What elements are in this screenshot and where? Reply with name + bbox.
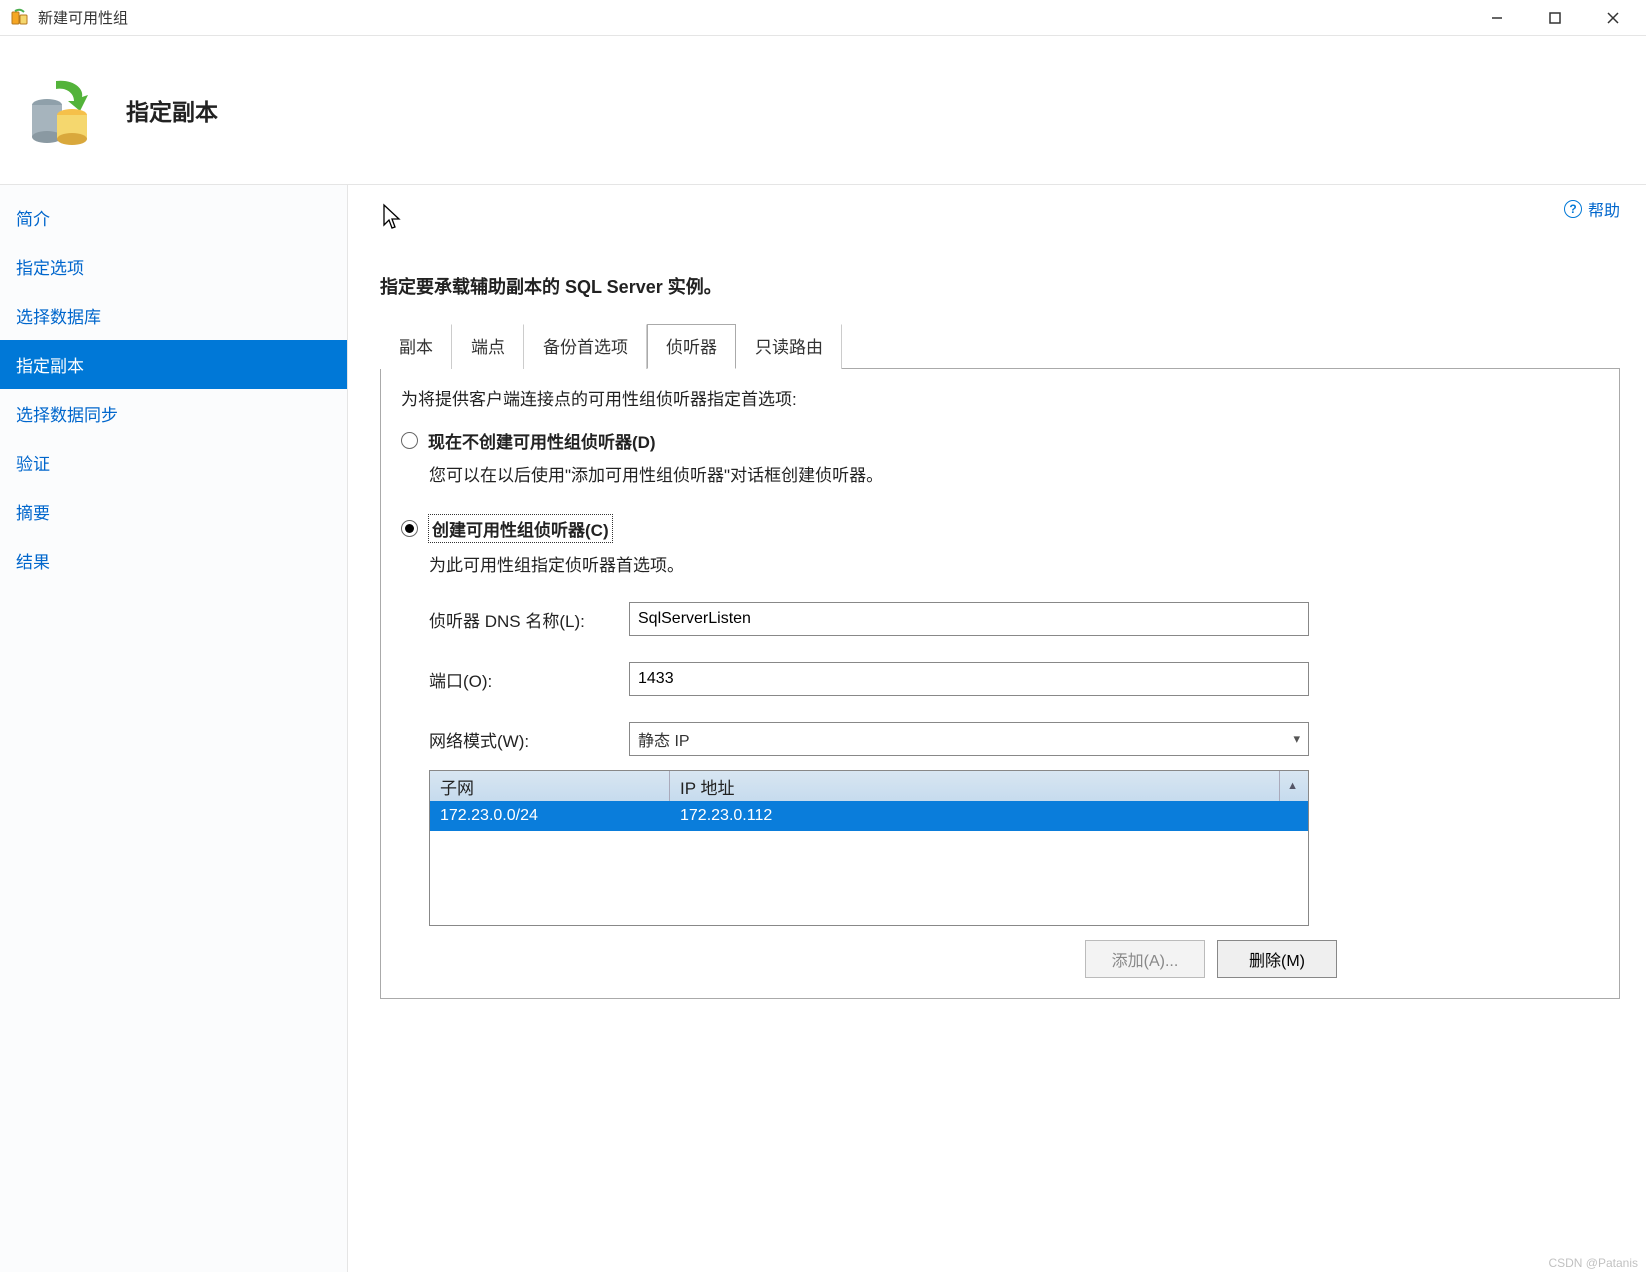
netmode-value: 静态 IP [638, 727, 690, 751]
wizard-header: 指定副本 [0, 36, 1646, 184]
window-title: 新建可用性组 [38, 7, 128, 28]
main-panel: ? 帮助 指定要承载辅助副本的 SQL Server 实例。 副本 端点 备份首… [348, 185, 1646, 1272]
radio-create[interactable] [401, 520, 418, 537]
port-input[interactable] [629, 662, 1309, 696]
cursor-icon [382, 203, 402, 231]
nav-item-intro[interactable]: 简介 [0, 193, 347, 242]
radio-create-label: 创建可用性组侦听器(C) [428, 514, 613, 543]
nav-item-validate[interactable]: 验证 [0, 438, 347, 487]
radio-create-desc: 为此可用性组指定侦听器首选项。 [429, 551, 1599, 576]
grid-empty-area [430, 831, 1308, 925]
tab-listener[interactable]: 侦听器 [647, 324, 736, 369]
option-create: 创建可用性组侦听器(C) 为此可用性组指定侦听器首选项。 [401, 514, 1599, 576]
option-no-create: 现在不创建可用性组侦听器(D) 您可以在以后使用"添加可用性组侦听器"对话框创建… [401, 428, 1599, 486]
help-link[interactable]: ? 帮助 [1564, 197, 1620, 221]
cell-subnet: 172.23.0.0/24 [430, 801, 670, 831]
tab-endpoint[interactable]: 端点 [452, 324, 524, 369]
nav-item-summary[interactable]: 摘要 [0, 487, 347, 536]
listener-form: 侦听器 DNS 名称(L): 端口(O): 网络模式(W): 静态 IP [429, 602, 1309, 756]
col-subnet[interactable]: 子网 [430, 771, 670, 801]
port-label: 端口(O): [429, 667, 629, 692]
netmode-select[interactable]: 静态 IP ▾ [629, 722, 1309, 756]
radio-no-create[interactable] [401, 432, 418, 449]
col-ip[interactable]: IP 地址 [670, 771, 1280, 801]
cell-ip: 172.23.0.112 [670, 801, 1280, 831]
listener-panel: 为将提供客户端连接点的可用性组侦听器指定首选项: 现在不创建可用性组侦听器(D)… [380, 369, 1620, 999]
instruction-text: 指定要承载辅助副本的 SQL Server 实例。 [380, 273, 1620, 299]
netmode-label: 网络模式(W): [429, 727, 629, 752]
nav-item-select-db[interactable]: 选择数据库 [0, 291, 347, 340]
radio-no-create-label: 现在不创建可用性组侦听器(D) [428, 428, 656, 453]
dns-name-input[interactable] [629, 602, 1309, 636]
grid-row[interactable]: 172.23.0.0/24 172.23.0.112 [430, 801, 1308, 831]
minimize-button[interactable] [1468, 1, 1526, 35]
watermark: CSDN @Patanis [1548, 1256, 1638, 1270]
replica-tabs: 副本 端点 备份首选项 侦听器 只读路由 [380, 323, 1620, 369]
grid-buttons: 添加(A)... 删除(M) [429, 940, 1337, 978]
page-title: 指定副本 [126, 93, 218, 127]
close-button[interactable] [1584, 1, 1642, 35]
maximize-button[interactable] [1526, 1, 1584, 35]
chevron-down-icon: ▾ [1293, 731, 1300, 747]
col-sort[interactable]: ▲ [1280, 771, 1308, 801]
ip-grid: 子网 IP 地址 ▲ 172.23.0.0/24 172.23.0.112 [429, 770, 1309, 926]
app-icon [10, 8, 30, 28]
nav-item-specify-replica[interactable]: 指定副本 [0, 340, 347, 389]
tab-replica[interactable]: 副本 [380, 324, 452, 369]
tab-readonly-route[interactable]: 只读路由 [736, 324, 842, 369]
sort-up-icon: ▲ [1287, 780, 1298, 792]
nav-item-data-sync[interactable]: 选择数据同步 [0, 389, 347, 438]
grid-header: 子网 IP 地址 ▲ [430, 771, 1308, 801]
listener-intro: 为将提供客户端连接点的可用性组侦听器指定首选项: [401, 385, 1599, 410]
help-label: 帮助 [1588, 197, 1620, 221]
dns-name-label: 侦听器 DNS 名称(L): [429, 607, 629, 632]
nav-item-result[interactable]: 结果 [0, 536, 347, 585]
titlebar: 新建可用性组 [0, 0, 1646, 36]
wizard-nav: 简介 指定选项 选择数据库 指定副本 选择数据同步 验证 摘要 结果 [0, 185, 348, 1272]
add-button[interactable]: 添加(A)... [1085, 940, 1205, 978]
wizard-icon [24, 71, 102, 149]
help-icon: ? [1564, 200, 1582, 218]
tab-backup-pref[interactable]: 备份首选项 [524, 324, 647, 369]
delete-button[interactable]: 删除(M) [1217, 940, 1337, 978]
radio-no-create-desc: 您可以在以后使用"添加可用性组侦听器"对话框创建侦听器。 [429, 461, 1599, 486]
nav-item-options[interactable]: 指定选项 [0, 242, 347, 291]
